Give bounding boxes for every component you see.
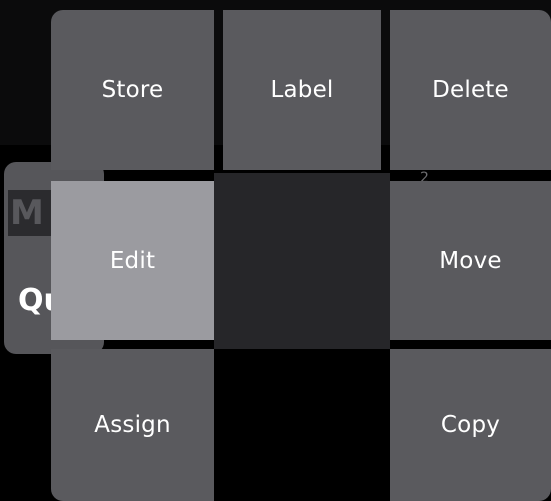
move-button[interactable]: Move (390, 181, 551, 340)
label-button-label: Label (270, 77, 334, 103)
assign-button[interactable]: Assign (51, 349, 214, 501)
center-empty-slot (214, 173, 390, 349)
move-button-label: Move (439, 247, 502, 274)
assign-button-label: Assign (94, 412, 171, 438)
copy-button[interactable]: Copy (390, 349, 551, 501)
store-button[interactable]: Store (51, 10, 214, 170)
background-card-label: M (8, 190, 52, 236)
delete-button[interactable]: Delete (390, 10, 551, 170)
label-button[interactable]: Label (223, 10, 381, 170)
store-button-label: Store (101, 77, 164, 103)
edit-button-label: Edit (109, 247, 156, 274)
delete-button-label: Delete (432, 77, 509, 103)
copy-button-label: Copy (440, 412, 501, 438)
edit-button[interactable]: Edit (51, 181, 214, 340)
context-menu-grid: Store Label Delete Edit Move Assign Copy (51, 10, 551, 501)
